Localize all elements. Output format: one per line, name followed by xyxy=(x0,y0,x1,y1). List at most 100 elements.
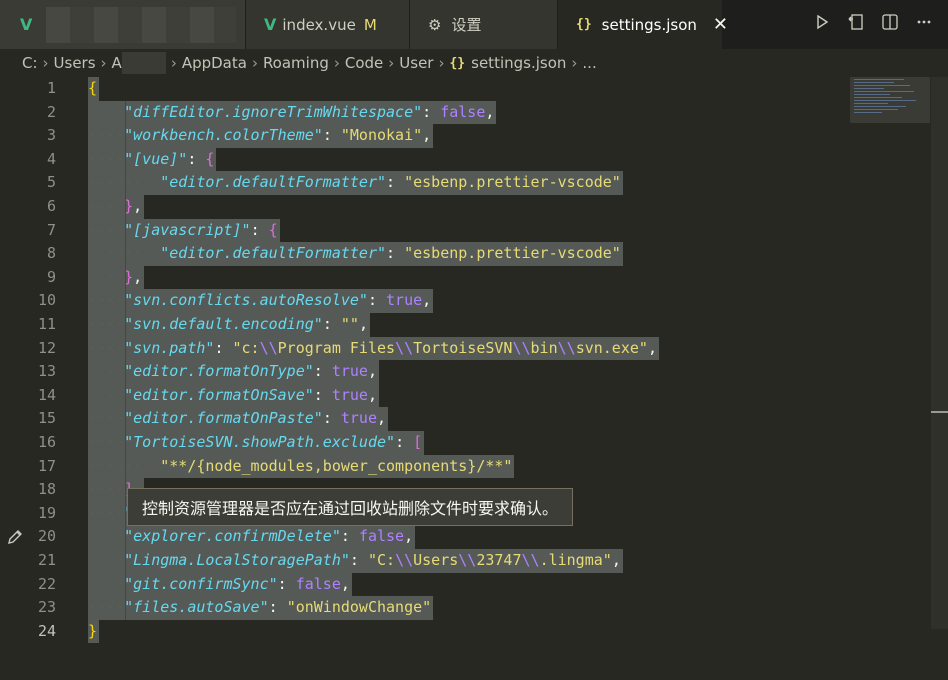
chevron-right-icon: › xyxy=(388,54,395,72)
breadcrumb-drive[interactable]: C: xyxy=(22,54,38,72)
code-line[interactable]: 16 ····"TortoiseSVN.showPath.exclude": [ xyxy=(0,431,930,455)
breadcrumb-item[interactable]: ... xyxy=(582,54,596,72)
code-text: ····"[vue]": { xyxy=(88,149,215,168)
modified-badge: M xyxy=(363,15,377,34)
code-text: ····}, xyxy=(88,197,143,215)
code-line[interactable]: 2 ····"diffEditor.ignoreTrimWhitespace": … xyxy=(0,100,930,125)
code-line[interactable]: 15 ····"editor.formatOnPaste": true, xyxy=(0,407,930,431)
chevron-right-icon: › xyxy=(100,54,107,72)
line-number: 2 xyxy=(46,102,56,121)
code-line[interactable]: 9 ····}, xyxy=(0,265,930,290)
code-text: ········"editor.defaultFormatter": "esbe… xyxy=(88,173,621,192)
line-number: 6 xyxy=(46,197,56,215)
code-text: ····"files.autoSave": "onWindowChange" xyxy=(88,598,432,617)
tab-index-vue[interactable]: V index.vue M xyxy=(246,0,410,49)
code-line[interactable]: 3 ····"workbench.colorTheme": "Monokai", xyxy=(0,124,930,148)
code-line[interactable]: 4 ····"[vue]": { xyxy=(0,147,930,172)
tab-settings-json[interactable]: {} settings.json ✕ xyxy=(558,0,728,49)
editor-tab-bar: V V index.vue M ⚙ 设置 {} settings.json ✕ xyxy=(0,0,948,49)
line-number: 11 xyxy=(37,315,56,333)
breadcrumb-item[interactable]: Roaming xyxy=(263,54,329,72)
more-actions-icon[interactable] xyxy=(914,13,934,36)
tab-label: index.vue xyxy=(282,15,356,34)
code-text: ····"diffEditor.ignoreTrimWhitespace": f… xyxy=(88,102,495,121)
chevron-right-icon: › xyxy=(42,54,49,72)
code-text: ····"explorer.confirmDelete": false, xyxy=(88,527,414,546)
breadcrumb-item[interactable]: User xyxy=(399,54,433,72)
code-text: ····"editor.formatOnPaste": true, xyxy=(88,409,387,428)
line-number: 18 xyxy=(37,480,56,499)
tab-label: settings.json xyxy=(601,15,697,34)
breadcrumb-item[interactable]: settings.json xyxy=(471,54,566,72)
tab-label: 设置 xyxy=(451,16,482,34)
line-number: 4 xyxy=(46,149,56,168)
code-line[interactable]: 11 ····"svn.default.encoding": "", xyxy=(0,313,930,337)
code-text: ····"svn.path": "c:\\Program Files\\Tort… xyxy=(88,338,657,357)
code-text: ····"svn.default.encoding": "", xyxy=(88,315,368,333)
code-text: ····"svn.conflicts.autoResolve": true, xyxy=(88,291,432,310)
line-number: 15 xyxy=(37,409,56,428)
tab-blurred[interactable]: V xyxy=(0,0,246,49)
code-text: ····"TortoiseSVN.showPath.exclude": [ xyxy=(88,433,423,451)
tab-settings-ui[interactable]: ⚙ 设置 xyxy=(410,0,558,49)
vue-file-icon: V xyxy=(20,15,33,34)
code-line[interactable]: 22 ····"git.confirmSync": false, xyxy=(0,572,930,597)
indent-guide xyxy=(125,171,127,195)
code-line[interactable]: 1{ xyxy=(0,77,930,101)
code-line[interactable]: 20 ····"explorer.confirmDelete": false, xyxy=(0,525,930,549)
code-text: ····"[javascript]": { xyxy=(88,220,278,239)
line-number: 19 xyxy=(37,503,56,522)
line-number: 21 xyxy=(37,551,56,569)
editor-actions xyxy=(812,0,948,49)
line-number: 24 xyxy=(37,621,56,640)
chevron-right-icon: › xyxy=(170,54,177,72)
scrollbar-cursor-marker xyxy=(931,411,948,413)
line-number: 10 xyxy=(37,291,56,310)
line-number: 9 xyxy=(46,267,56,286)
code-line[interactable]: 13 ····"editor.formatOnType": true, xyxy=(0,360,930,384)
hover-tooltip: 控制资源管理器是否应在通过回收站删除文件时要求确认。 xyxy=(127,488,574,526)
line-number: 22 xyxy=(37,574,56,593)
split-editor-icon[interactable] xyxy=(880,13,900,36)
vertical-scrollbar[interactable] xyxy=(931,77,948,629)
breadcrumb-item[interactable]: Users xyxy=(54,54,96,72)
code-line[interactable]: 5 ········"editor.defaultFormatter": "esb… xyxy=(0,171,930,195)
code-line[interactable]: 14 ····"editor.formatOnSave": true, xyxy=(0,383,930,408)
code-line[interactable]: 6 ····}, xyxy=(0,195,930,219)
settings-sliders-icon: ⚙ xyxy=(428,15,442,34)
blurred-segment xyxy=(121,52,166,74)
code-editor[interactable]: 1{2 ····"diffEditor.ignoreTrimWhitespace"… xyxy=(0,77,948,680)
pencil-icon[interactable] xyxy=(6,528,24,551)
code-line[interactable]: 10 ····"svn.conflicts.autoResolve": true, xyxy=(0,289,930,313)
breadcrumb-item[interactable]: Code xyxy=(345,54,383,72)
close-icon[interactable]: ✕ xyxy=(713,14,728,35)
line-number: 5 xyxy=(46,173,56,192)
line-number: 16 xyxy=(37,433,56,451)
chevron-right-icon: › xyxy=(571,54,578,72)
line-number: 3 xyxy=(46,126,56,145)
code-line[interactable]: 21 ····"Lingma.LocalStoragePath": "C:\\Us… xyxy=(0,549,930,573)
code-line[interactable]: 7 ····"[javascript]": { xyxy=(0,218,930,243)
line-number: 17 xyxy=(37,456,56,475)
line-number: 14 xyxy=(37,385,56,404)
minimap[interactable] xyxy=(850,77,930,123)
code-line[interactable]: 8 ········"editor.defaultFormatter": "esb… xyxy=(0,242,930,266)
code-line[interactable]: 23 ····"files.autoSave": "onWindowChange" xyxy=(0,596,930,620)
code-line[interactable]: 24} xyxy=(0,619,930,644)
chevron-right-icon: › xyxy=(333,54,340,72)
vue-file-icon: V xyxy=(264,15,277,34)
code-text: ····}, xyxy=(88,267,143,286)
code-text: ····"editor.formatOnSave": true, xyxy=(88,385,377,404)
breadcrumb-item[interactable]: AppData xyxy=(182,54,247,72)
blurred-tab-label xyxy=(46,6,237,43)
line-number: 8 xyxy=(46,244,56,263)
open-changes-icon[interactable] xyxy=(846,13,866,36)
indent-guide xyxy=(125,242,127,266)
json-braces-icon: {} xyxy=(449,55,466,71)
code-line[interactable]: 12 ····"svn.path": "c:\\Program Files\\To… xyxy=(0,336,930,361)
breadcrumb: C: › Users › A › AppData › Roaming › Cod… xyxy=(0,49,948,77)
code-line[interactable]: 17 ········"**/{node_modules,bower_compon… xyxy=(0,454,930,479)
play-icon[interactable] xyxy=(812,14,832,35)
line-number: 7 xyxy=(46,220,56,239)
breadcrumb-item[interactable]: A xyxy=(112,54,122,72)
